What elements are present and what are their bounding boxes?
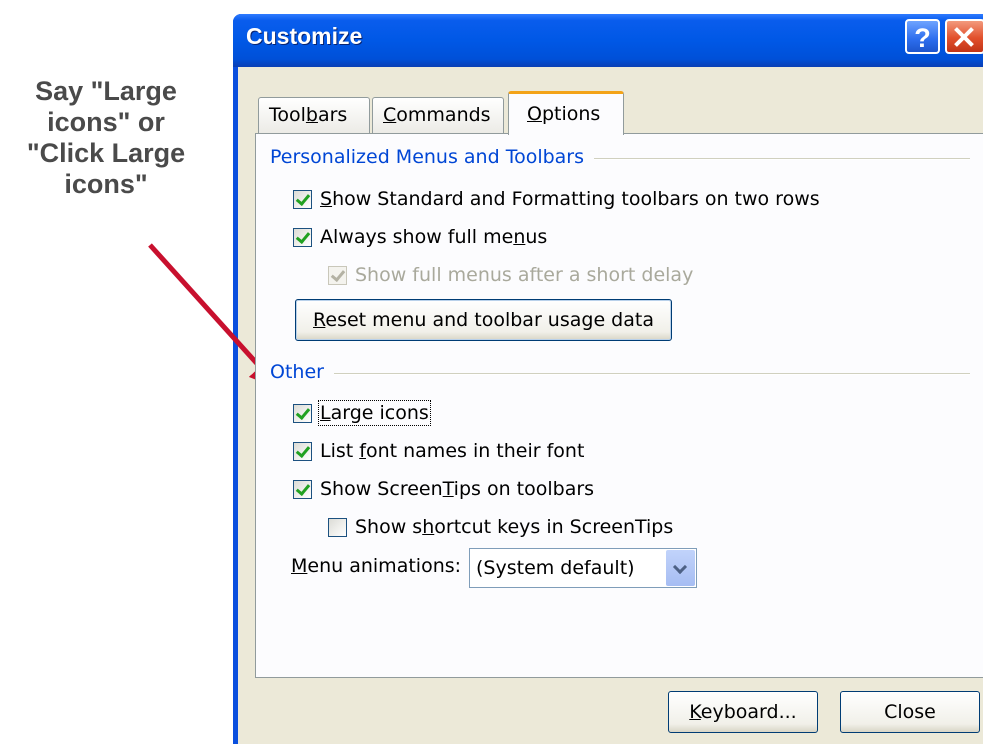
checkbox-font-names[interactable] [293, 441, 312, 461]
help-button[interactable]: ? [905, 19, 940, 54]
tab-toolbars[interactable]: Toolbars [258, 97, 370, 133]
checkbox-label: Show ScreenTips on toolbars [320, 478, 595, 500]
annotation-line: "Click Large [26, 138, 186, 168]
button-label: Keyboard... [689, 701, 797, 723]
tab-commands[interactable]: Commands [372, 97, 504, 133]
annotation-line: icons" or [47, 107, 165, 137]
options-panel: Personalized Menus and Toolbars Show Sta… [255, 133, 983, 678]
checkbox-label: Show Standard and Formatting toolbars on… [320, 188, 820, 210]
title-bar[interactable]: Customize ? [233, 14, 983, 67]
group-divider [270, 373, 970, 375]
chevron-down-icon[interactable] [666, 550, 695, 586]
group-title-personalized: Personalized Menus and Toolbars [270, 146, 595, 168]
button-label: Close [884, 701, 936, 723]
keyboard-button[interactable]: Keyboard... [668, 691, 818, 733]
checkbox-row-font-names[interactable]: List font names in their font [293, 437, 584, 465]
checkbox-row-screentips[interactable]: Show ScreenTips on toolbars [293, 475, 594, 503]
checkbox-shortcut-keys[interactable] [328, 517, 347, 537]
button-label: Reset menu and toolbar usage data [313, 309, 654, 331]
checkbox-label: Show full menus after a short delay [355, 264, 694, 286]
menu-animations-label: Menu animations: [291, 555, 462, 577]
help-icon: ? [914, 23, 931, 53]
reset-usage-data-button[interactable]: Reset menu and toolbar usage data [295, 299, 672, 341]
checkbox-label: Always show full menus [320, 226, 548, 248]
instruction-annotation: Say "Large icons" or "Click Large icons" [0, 76, 212, 200]
checkbox-two-rows[interactable] [293, 189, 312, 209]
checkbox-row-large-icons[interactable]: Large icons [293, 399, 431, 427]
close-button[interactable]: Close [840, 691, 980, 733]
checkbox-large-icons[interactable] [293, 403, 312, 423]
annotation-line: Say "Large [35, 76, 177, 106]
checkbox-row-shortcut-keys[interactable]: Show shortcut keys in ScreenTips [328, 513, 673, 541]
close-window-button[interactable] [945, 19, 983, 54]
dialog-client-area: Toolbars Commands Options Personalized M… [238, 67, 983, 744]
checkbox-row-menus-delay: Show full menus after a short delay [328, 261, 693, 289]
checkbox-label: List font names in their font [320, 440, 585, 462]
dialog-title: Customize [246, 23, 363, 49]
checkbox-row-two-rows[interactable]: Show Standard and Formatting toolbars on… [293, 185, 820, 213]
select-value: (System default) [476, 557, 635, 579]
checkbox-menus-delay [328, 265, 347, 285]
checkbox-label: Large icons [318, 400, 431, 426]
checkbox-row-full-menus[interactable]: Always show full menus [293, 223, 547, 251]
customize-dialog: Customize ? Toolbars Commands Options Pe… [233, 14, 983, 744]
checkbox-label: Show shortcut keys in ScreenTips [355, 516, 674, 538]
checkbox-screentips[interactable] [293, 479, 312, 499]
annotation-line: icons" [64, 169, 148, 199]
menu-animations-select[interactable]: (System default) [469, 548, 697, 588]
checkbox-full-menus[interactable] [293, 227, 312, 247]
group-title-other: Other [270, 361, 334, 383]
tab-options[interactable]: Options [508, 91, 624, 135]
